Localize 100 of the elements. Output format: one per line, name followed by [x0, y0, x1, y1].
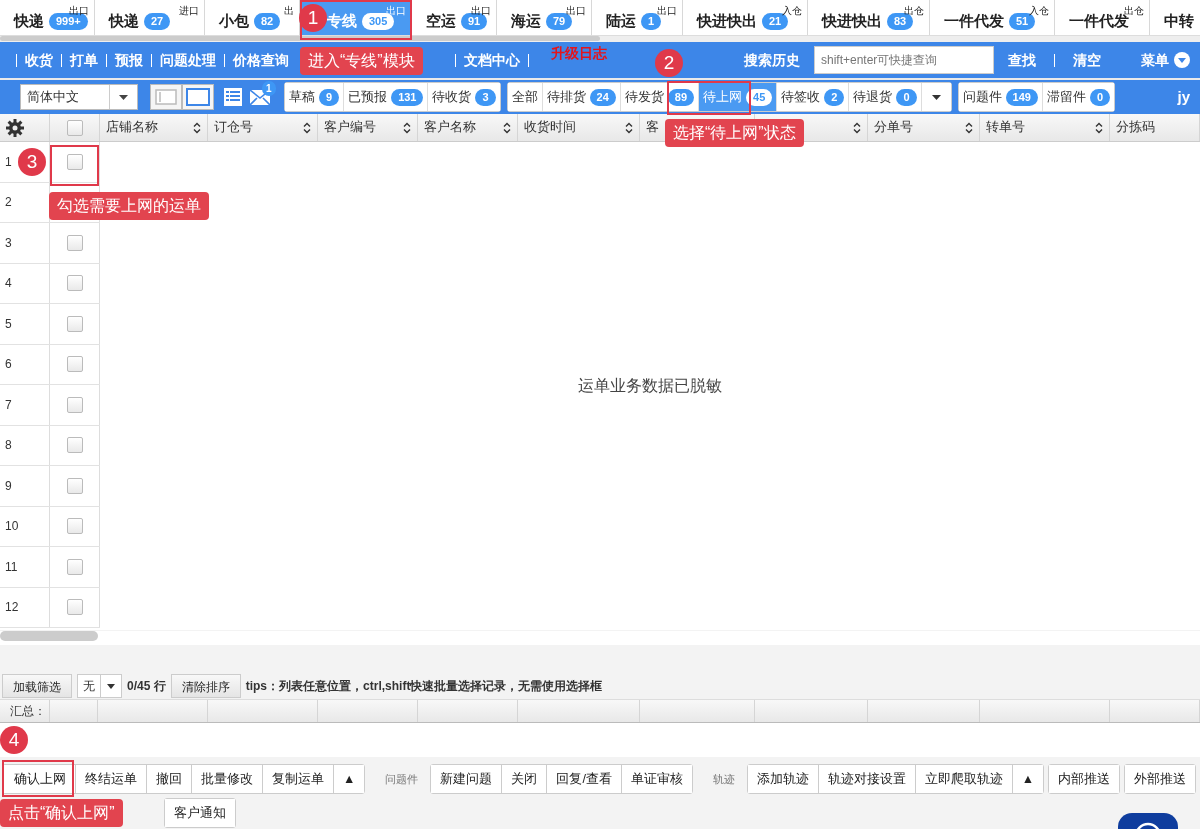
count-badge: 27 [144, 13, 171, 30]
count-badge: 45 [746, 88, 773, 106]
count-badge: 149 [1005, 88, 1038, 106]
callout-label: 点击“确认上网” [0, 799, 123, 827]
action-button[interactable]: 外部推送 [1125, 765, 1196, 793]
group-label: 轨迹 [711, 771, 736, 787]
column-header[interactable]: 订仓号 [214, 118, 253, 137]
row-number: 12 [5, 599, 19, 617]
count-badge: 3 [475, 88, 496, 106]
split-layout-icon [155, 89, 177, 105]
sort-icon[interactable] [853, 121, 861, 134]
action-button[interactable]: 确认上网 [3, 765, 76, 793]
count-badge: 2 [824, 88, 845, 106]
column-header[interactable]: 客 [646, 118, 659, 137]
settings-icon[interactable] [6, 118, 24, 137]
row-number: 9 [5, 477, 12, 495]
sort-icon[interactable] [193, 121, 201, 134]
row-number: 10 [5, 518, 19, 536]
select-all-checkbox[interactable] [66, 119, 83, 136]
row-checkbox[interactable] [66, 234, 83, 251]
row-checkbox[interactable] [66, 153, 83, 170]
row-number: 6 [5, 356, 12, 374]
row-checkbox[interactable] [66, 275, 83, 292]
row-checkbox[interactable] [66, 599, 83, 616]
nav-link[interactable]: 价格查询 [233, 49, 289, 71]
sort-icon[interactable] [503, 121, 511, 134]
row-number: 3 [5, 234, 12, 252]
nav-link[interactable]: 问题处理 [160, 49, 216, 71]
row-count: 0/45 行 [127, 678, 166, 695]
count-badge: 0 [1089, 88, 1111, 106]
layout-button[interactable] [182, 84, 214, 110]
menu-link[interactable]: 菜单 [1141, 49, 1169, 71]
tab-note: 出 [284, 4, 294, 18]
action-button[interactable]: 添加轨迹 [747, 765, 819, 793]
nav-link[interactable]: 收货 [25, 49, 53, 71]
column-header[interactable]: 店铺名称 [106, 118, 158, 137]
list-icon[interactable] [224, 88, 242, 106]
search-field[interactable]: shift+enter可快捷查询 [814, 46, 994, 74]
action-button[interactable]: 内部推送 [1049, 765, 1120, 793]
row-checkbox[interactable] [66, 477, 83, 494]
column-header[interactable]: 转单号 [986, 118, 1025, 137]
sort-icon[interactable] [303, 121, 311, 134]
user-name[interactable]: jy [1177, 85, 1190, 109]
clear-link[interactable]: 清空 [1073, 49, 1101, 71]
language-select[interactable]: 简体中文 [20, 84, 138, 110]
row-checkbox[interactable] [66, 437, 83, 454]
summary-label: 汇总： [10, 703, 46, 720]
status-tab[interactable]: 草稿 9 [285, 83, 345, 111]
highlight-frame [2, 760, 74, 797]
layout-button[interactable] [150, 84, 182, 110]
column-header[interactable]: 客户名称 [424, 118, 476, 137]
tab-note: 出仓 [1124, 4, 1144, 16]
row-checkbox[interactable] [66, 356, 83, 373]
nav-link[interactable]: 打单 [70, 49, 98, 71]
sort-icon[interactable] [625, 121, 633, 134]
count-badge: 0 [896, 88, 917, 106]
row-checkbox[interactable] [66, 518, 83, 535]
row-number: 4 [5, 275, 12, 293]
scrollbar[interactable] [0, 631, 98, 641]
group-label: 问题件 [384, 771, 420, 787]
nav-link[interactable]: 文档中心 [464, 49, 520, 71]
sort-icon[interactable] [1095, 121, 1103, 134]
row-checkbox[interactable] [66, 315, 83, 332]
notification-badge: 1 [262, 80, 276, 96]
count-badge: 89 [667, 88, 695, 106]
column-header[interactable]: 分单号 [874, 118, 913, 137]
count-badge: 82 [254, 13, 281, 30]
caret-icon [119, 94, 128, 100]
sort-icon[interactable] [965, 121, 973, 134]
tab-note: 进口 [179, 4, 199, 18]
dropdown-icon[interactable] [1174, 52, 1190, 68]
clear-sort-button[interactable]: 清除排序 [170, 674, 241, 698]
row-number: 11 [5, 558, 18, 576]
action-button[interactable]: 客户通知 [165, 799, 235, 827]
empty-message: 运单业务数据已脱敏 [578, 376, 722, 396]
full-layout-icon [186, 88, 210, 106]
row-checkbox[interactable] [66, 558, 83, 575]
row-number: 8 [5, 437, 12, 455]
find-link[interactable]: 查找 [1008, 49, 1036, 71]
status-tab[interactable]: 全部 [507, 83, 543, 111]
caret-icon [931, 94, 941, 100]
filter-select[interactable]: 无 [77, 674, 122, 698]
column-header[interactable]: 收货时间 [524, 118, 576, 137]
row-number: 1 [5, 153, 12, 171]
column-header[interactable]: 分拣码 [1116, 118, 1155, 137]
search-history-link[interactable]: 搜索历史 [744, 49, 800, 71]
row-number: 5 [5, 315, 12, 333]
tips-text: tips：列表任意位置，ctrl,shift快速批量选择记录，无需使用选择框 [245, 678, 603, 695]
count-badge: 9 [319, 88, 340, 106]
callout-label: 勾选需要上网的运单 [49, 192, 209, 220]
nav-link[interactable]: 预报 [115, 49, 143, 71]
row-checkbox[interactable] [66, 396, 83, 413]
column-header[interactable]: 客户编号 [324, 118, 376, 137]
action-button[interactable]: 新建问题 [431, 765, 503, 793]
status-tab[interactable]: 问题件 149 [958, 83, 1043, 111]
load-filter-button[interactable]: 加载筛选 [2, 674, 72, 698]
callout-label: 选择“待上网”状态 [665, 119, 804, 147]
row-number: 2 [5, 194, 12, 212]
sort-icon[interactable] [403, 121, 411, 134]
scrollbar[interactable] [0, 36, 600, 41]
